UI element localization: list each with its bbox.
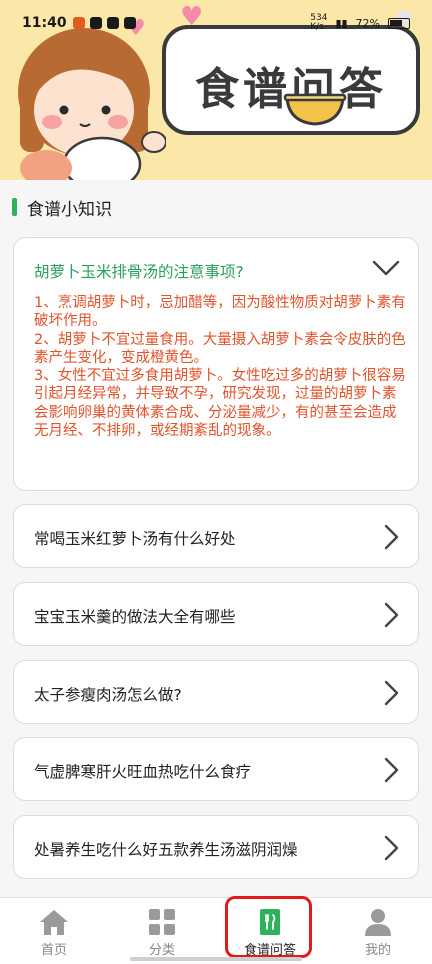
chevron-right-icon[interactable]: [382, 524, 400, 550]
faq-card-expanded[interactable]: 胡萝卜玉米排骨汤的注意事项? 1、烹调胡萝卜时，忌加醋等，因为酸性物质对胡萝卜素…: [13, 237, 419, 491]
person-icon: [365, 909, 391, 936]
chevron-down-icon[interactable]: [372, 258, 400, 278]
faq-card[interactable]: 太子参瘦肉汤怎么做?: [13, 660, 419, 724]
sync-icon: [89, 17, 102, 29]
battery-level: 72%: [355, 16, 380, 30]
active-tab-highlight: [225, 896, 312, 958]
nav-item-category[interactable]: 分类: [108, 898, 216, 964]
nav-label: 我的: [364, 943, 391, 958]
faq-card-label[interactable]: 常喝玉米红萝卜汤有什么好处: [34, 527, 236, 549]
grid-icon: [149, 909, 175, 935]
signal-icon: ▮▮: [335, 16, 348, 30]
bowl-icon: [283, 93, 347, 126]
faq-card-label[interactable]: 气虚脾寒肝火旺血热吃什么食疗: [34, 760, 251, 782]
section-header: 食谱小知识: [12, 196, 112, 220]
header-banner: ♥ ♥ ♥ ● 食谱问答 11:40 534: [0, 0, 432, 180]
faq-card-label[interactable]: 处暑养生吃什么好五款养生汤滋阴润燥: [34, 838, 298, 860]
faq-card[interactable]: 常喝玉米红萝卜汤有什么好处: [13, 504, 419, 568]
bottom-nav: 首页 分类 食谱问答 我的: [0, 897, 432, 964]
nav-label: 分类: [148, 943, 175, 958]
faq-question[interactable]: 胡萝卜玉米排骨汤的注意事项?: [34, 260, 244, 282]
chevron-right-icon[interactable]: [382, 680, 400, 706]
home-indicator: [130, 957, 302, 961]
faq-card[interactable]: 气虚脾寒肝火旺血热吃什么食疗: [13, 737, 419, 801]
status-time: 11:40: [22, 15, 67, 31]
chevron-right-icon[interactable]: [382, 757, 400, 783]
faq-card-label[interactable]: 宝宝玉米羹的做法大全有哪些: [34, 605, 236, 627]
nav-label: 首页: [40, 943, 67, 958]
section-title: 食谱小知识: [27, 199, 112, 220]
faq-answer: 1、烹调胡萝卜时，忌加醋等，因为酸性物质对胡萝卜素有破坏作用。 2、胡萝卜不宜过…: [34, 295, 406, 440]
nav-item-home[interactable]: 首页: [0, 898, 108, 964]
app-notification-icon: [72, 17, 85, 29]
home-icon: [40, 910, 68, 935]
status-bar: 11:40 534 K/s ▮▮ 72%: [0, 0, 432, 46]
faq-card[interactable]: 宝宝玉米羹的做法大全有哪些: [13, 582, 419, 646]
section-accent-bar: [12, 198, 17, 216]
battery-icon: [388, 17, 410, 29]
message-icon: [123, 17, 136, 29]
notification-icon: [106, 17, 119, 29]
network-speed: 534 K/s: [310, 13, 328, 32]
chevron-right-icon[interactable]: [382, 835, 400, 861]
faq-card-label[interactable]: 太子参瘦肉汤怎么做?: [34, 683, 182, 705]
chevron-right-icon[interactable]: [382, 602, 400, 628]
faq-card[interactable]: 处暑养生吃什么好五款养生汤滋阴润燥: [13, 815, 419, 879]
nav-item-profile[interactable]: 我的: [324, 898, 432, 964]
